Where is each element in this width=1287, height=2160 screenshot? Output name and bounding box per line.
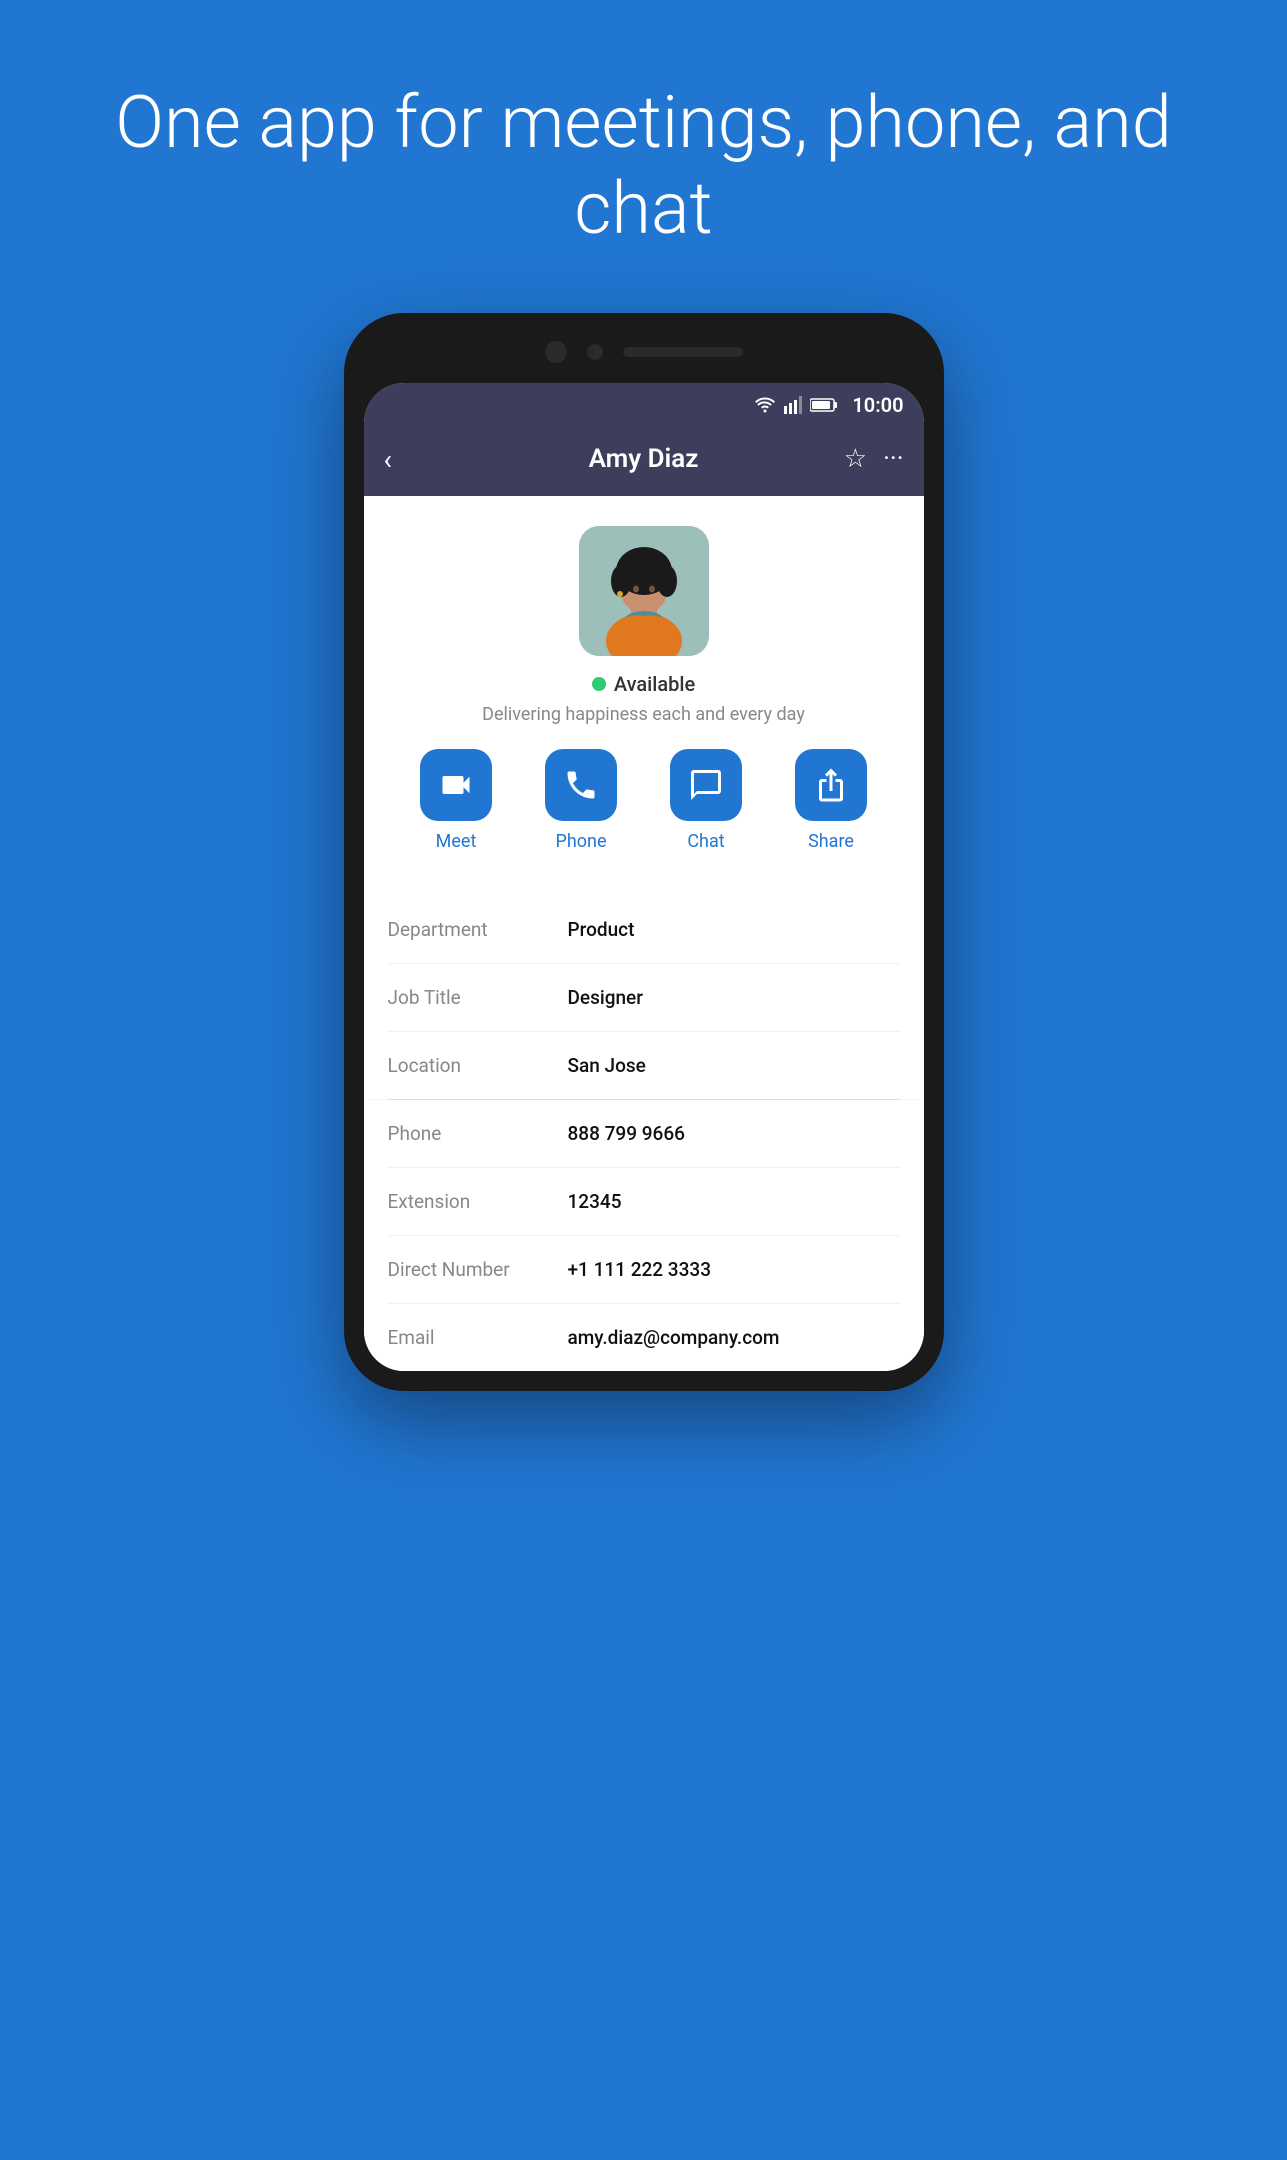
headline: One app for meetings, phone, and chat — [0, 80, 1287, 253]
jobtitle-value: Designer — [568, 986, 643, 1009]
phone-row: Phone 888 799 9666 — [388, 1100, 900, 1168]
department-label: Department — [388, 918, 568, 941]
location-label: Location — [388, 1054, 568, 1077]
extension-row: Extension 12345 — [388, 1168, 900, 1236]
back-button[interactable]: ‹ — [384, 443, 392, 476]
phone-button[interactable] — [545, 749, 617, 821]
camera-dot — [545, 341, 567, 363]
camera-dot2 — [587, 344, 603, 360]
email-value: amy.diaz@company.com — [568, 1326, 780, 1349]
info-section-contact: Phone 888 799 9666 Extension 12345 Direc… — [364, 1100, 924, 1371]
wifi-icon — [754, 397, 776, 413]
phone-field-label: Phone — [388, 1122, 568, 1145]
phone-top-hardware — [364, 333, 924, 371]
availability-dot — [592, 677, 606, 691]
speaker-bar — [623, 347, 743, 357]
email-label: Email — [388, 1326, 568, 1349]
phone-action[interactable]: Phone — [545, 749, 617, 852]
avatar-image — [579, 526, 709, 656]
nav-bar: ‹ Amy Diaz ☆ ··· — [364, 427, 924, 496]
favorite-button[interactable]: ☆ — [844, 444, 867, 474]
phone-field-value: 888 799 9666 — [568, 1122, 685, 1145]
share-label: Share — [808, 831, 854, 852]
department-value: Product — [568, 918, 635, 941]
status-icons — [754, 396, 838, 414]
availability-status: Available — [614, 672, 695, 696]
phone-label: Phone — [555, 831, 606, 852]
profile-section: Available Delivering happiness each and … — [364, 496, 924, 896]
location-row: Location San Jose — [388, 1032, 900, 1099]
phone-frame: 10:00 ‹ Amy Diaz ☆ ··· — [344, 313, 944, 1391]
meet-button[interactable] — [420, 749, 492, 821]
location-value: San Jose — [568, 1054, 646, 1077]
status-bar: 10:00 — [364, 383, 924, 427]
chat-action[interactable]: Chat — [670, 749, 742, 852]
meet-action[interactable]: Meet — [420, 749, 492, 852]
signal-icon — [784, 396, 802, 414]
jobtitle-row: Job Title Designer — [388, 964, 900, 1032]
phone-screen: 10:00 ‹ Amy Diaz ☆ ··· — [364, 383, 924, 1371]
direct-number-row: Direct Number +1 111 222 3333 — [388, 1236, 900, 1304]
battery-icon — [810, 397, 838, 413]
more-options-button[interactable]: ··· — [883, 444, 903, 474]
jobtitle-label: Job Title — [388, 986, 568, 1009]
info-section-personal: Department Product Job Title Designer Lo… — [364, 896, 924, 1099]
meet-icon — [438, 767, 474, 803]
status-message: Delivering happiness each and every day — [482, 704, 805, 725]
status-row: Available — [592, 672, 695, 696]
share-button[interactable] — [795, 749, 867, 821]
extension-value: 12345 — [568, 1190, 622, 1213]
email-row: Email amy.diaz@company.com — [388, 1304, 900, 1371]
nav-actions: ☆ ··· — [844, 444, 904, 474]
meet-label: Meet — [436, 831, 477, 852]
share-action[interactable]: Share — [795, 749, 867, 852]
direct-number-label: Direct Number — [388, 1258, 568, 1281]
department-row: Department Product — [388, 896, 900, 964]
chat-label: Chat — [687, 831, 724, 852]
avatar — [579, 526, 709, 656]
extension-label: Extension — [388, 1190, 568, 1213]
share-icon — [813, 767, 849, 803]
chat-icon — [688, 767, 724, 803]
phone-icon — [563, 767, 599, 803]
status-time: 10:00 — [852, 393, 903, 417]
nav-title: Amy Diaz — [589, 444, 699, 474]
phone-mockup: 10:00 ‹ Amy Diaz ☆ ··· — [344, 313, 944, 1391]
direct-number-value: +1 111 222 3333 — [568, 1258, 712, 1281]
action-buttons: Meet Phone — [384, 749, 904, 852]
chat-button[interactable] — [670, 749, 742, 821]
